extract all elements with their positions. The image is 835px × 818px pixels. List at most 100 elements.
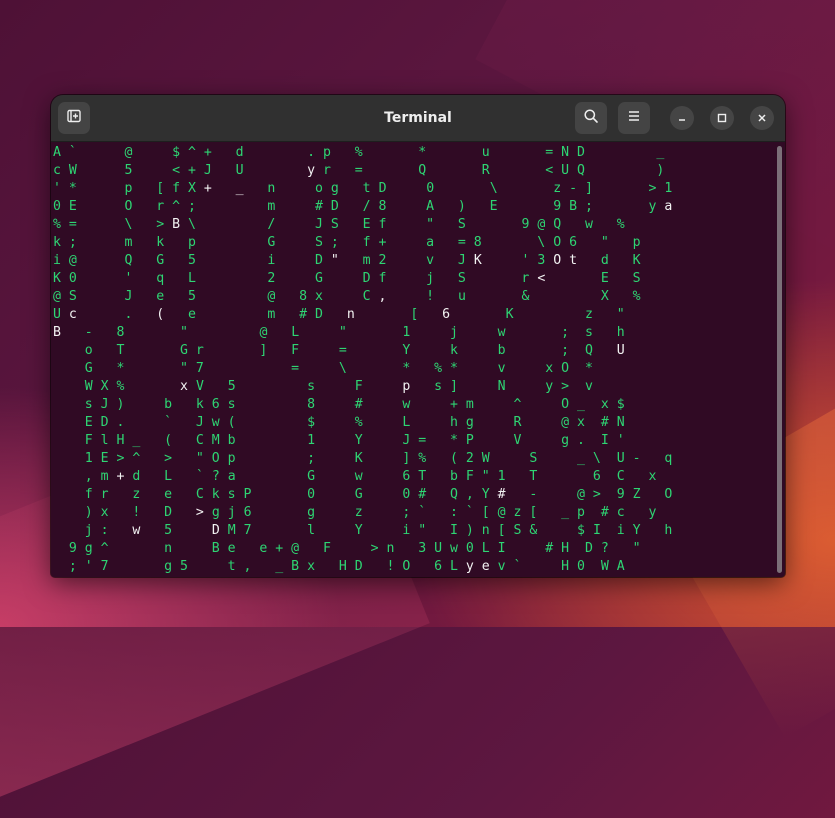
- terminal-line: @ S J e 5 @ 8 x C , ! u & X %: [53, 289, 641, 304]
- rain-text: s ] N y > v: [410, 379, 593, 394]
- rain-text: K 0 ' q L 2 G D f j S r: [53, 271, 538, 286]
- rain-text: U: [53, 307, 69, 322]
- rain-head-text: y: [307, 163, 316, 178]
- rain-text: ! u & X %: [386, 289, 641, 304]
- rain-text: ' 3: [481, 253, 554, 268]
- scrollbar[interactable]: [777, 146, 782, 573]
- rain-text: k ; m k p G S ; f + a = 8 \ O 6 " p: [53, 235, 641, 250]
- minimize-button[interactable]: [670, 106, 694, 130]
- terminal-line: , m + d L ` ? a G w 6 T b F " 1 T 6 C x: [53, 469, 657, 484]
- rain-head-text: >: [195, 505, 204, 520]
- terminal-line: 1 E > ^ > " O p ; K ] % ( 2 W S _ \ U - …: [53, 451, 673, 466]
- rain-text: n o g t D 0 \ z - ] > 1: [243, 181, 673, 196]
- rain-text: % = \ >: [53, 217, 173, 232]
- rain-head-text: B: [53, 325, 61, 340]
- terminal-line: A ` @ $ ^ + d . p % * u = N D _: [53, 145, 664, 160]
- rain-text: 9 g ^ n B e e + @ F > n 3 U w 0 L I # H …: [53, 541, 641, 556]
- rain-head-text: O t: [553, 253, 578, 268]
- terminal-line: i @ Q G 5 i D " m 2 v J K ' 3 O t d K: [53, 253, 641, 268]
- rain-text: E D . ` J w ( $ % L h g R @ x # N: [53, 415, 625, 430]
- terminal-line: ) x ! D > g j 6 g z ; ` : ` [ @ z [ _ p …: [53, 505, 657, 520]
- terminal-line: G * " 7 = \ * % * v x O *: [53, 361, 593, 376]
- rain-text: M 7 l Y i " I ) n [ S & $ I i Y h: [219, 523, 673, 538]
- terminal-line: ' * p [ f X + _ n o g t D 0 \ z - ] > 1: [53, 181, 672, 196]
- rain-head-text: U: [616, 343, 625, 358]
- maximize-icon: [716, 109, 728, 128]
- rain-head-text: c: [68, 307, 77, 322]
- terminal-line: c W 5 < + J U y r = Q R < U Q ): [53, 163, 664, 178]
- rain-head-text: +: [203, 181, 212, 196]
- rain-text: [212, 181, 236, 196]
- close-icon: [756, 109, 768, 128]
- terminal-line: ; ' 7 g 5 t , _ B x H D ! O 6 L y e v ` …: [53, 559, 625, 574]
- rain-head-text: ": [330, 253, 339, 268]
- menu-button[interactable]: [618, 102, 650, 134]
- rain-text: ' * p [ f X: [53, 181, 204, 196]
- rain-text: - @ > 9 Z O: [505, 487, 673, 502]
- rain-text: E S: [545, 271, 641, 286]
- menu-icon: [626, 108, 642, 128]
- rain-text: v ` H 0 W A: [489, 559, 625, 574]
- rain-text: e m # D: [164, 307, 347, 322]
- title-bar[interactable]: Terminal: [51, 95, 785, 142]
- terminal-line: f r z e C k s P 0 G 0 # Q , Y # - @ > 9 …: [53, 487, 673, 502]
- rain-text: m 2 v J: [338, 253, 474, 268]
- rain-text: s J ) b k 6 s 8 # w + m ^ O _ x $: [53, 397, 625, 412]
- rain-text: , m: [53, 469, 117, 484]
- rain-text: 1 E > ^ > " O p ; K ] % ( 2 W S _ \ U - …: [53, 451, 673, 466]
- rain-head-text: (: [156, 307, 165, 322]
- rain-text: d L ` ? a G w 6 T b F " 1 T 6 C x: [124, 469, 657, 484]
- maximize-button[interactable]: [710, 106, 734, 130]
- terminal-window[interactable]: Terminal A ` @ $ ^ + d . p % * u = N D _…: [51, 95, 785, 577]
- rain-text: g j 6 g z ; ` : ` [ @ z [ _ p # c y: [203, 505, 657, 520]
- terminal-line: k ; m k p G S ; f + a = 8 \ O 6 " p: [53, 235, 641, 250]
- matrix-rain-output: A ` @ $ ^ + d . p % * u = N D _ c W 5 < …: [53, 144, 672, 576]
- rain-text: [: [354, 307, 443, 322]
- search-button[interactable]: [575, 102, 607, 134]
- terminal-line: 0 E O r ^ ; m # D / 8 A ) E 9 B ; y a: [53, 199, 672, 214]
- rain-head-text: y e: [465, 559, 490, 574]
- terminal-line: K 0 ' q L 2 G D f j S r < E S: [53, 271, 641, 286]
- rain-text: @ S J e 5 @ 8 x C: [53, 289, 379, 304]
- rain-text: F l H _ ( C M b 1 Y J = * P V g . I ': [53, 433, 625, 448]
- terminal-line: s J ) b k 6 s 8 # w + m ^ O _ x $: [53, 397, 625, 412]
- rain-head-text: _: [235, 181, 244, 196]
- rain-text: G * " 7 = \ * % * v x O *: [53, 361, 593, 376]
- terminal-line: % = \ > B \ / J S E f " S 9 @ Q w %: [53, 217, 625, 232]
- terminal-line: B - 8 " @ L " 1 j w ; s h: [53, 325, 625, 340]
- rain-text: i @ Q G 5 i D: [53, 253, 331, 268]
- rain-head-text: D: [211, 523, 220, 538]
- minimize-icon: [676, 109, 688, 128]
- rain-head-text: a: [664, 199, 673, 214]
- rain-text: d K: [577, 253, 641, 268]
- rain-text: ; ' 7 g 5 t , _ B x H D ! O 6 L: [53, 559, 466, 574]
- rain-text: 5: [140, 523, 212, 538]
- rain-text: W X %: [53, 379, 181, 394]
- rain-text: r = Q R < U Q ): [315, 163, 665, 178]
- terminal-content[interactable]: A ` @ $ ^ + d . p % * u = N D _ c W 5 < …: [51, 142, 785, 577]
- rain-text: j :: [53, 523, 133, 538]
- rain-head-text: #: [497, 487, 506, 502]
- rain-text: V 5 s F: [188, 379, 403, 394]
- rain-text: K z ": [450, 307, 625, 322]
- rain-text: c W 5 < + J U: [53, 163, 308, 178]
- rain-text: .: [76, 307, 157, 322]
- terminal-line: j : w 5 D M 7 l Y i " I ) n [ S & $ I i …: [53, 523, 673, 538]
- rain-text: \ / J S E f " S 9 @ Q w %: [180, 217, 625, 232]
- rain-head-text: n: [346, 307, 355, 322]
- rain-head-text: B: [172, 217, 181, 232]
- rain-text: - 8 " @ L " 1 j w ; s h: [60, 325, 625, 340]
- terminal-line: E D . ` J w ( $ % L h g R @ x # N: [53, 415, 625, 430]
- rain-text: 0 E O r ^ ; m # D / 8 A ) E 9 B ; y: [53, 199, 665, 214]
- terminal-line: U c . ( e m # D n [ 6 K z ": [53, 307, 625, 322]
- rain-text: A ` @ $ ^ + d . p % * u = N D _: [53, 145, 665, 160]
- rain-text: f r z e C k s P 0 G 0 # Q , Y: [53, 487, 498, 502]
- rain-head-text: K: [473, 253, 482, 268]
- terminal-line: F l H _ ( C M b 1 Y J = * P V g . I ': [53, 433, 625, 448]
- close-button[interactable]: [750, 106, 774, 130]
- rain-text: o T G r ] F = Y k b ; Q: [53, 343, 617, 358]
- terminal-line: 9 g ^ n B e e + @ F > n 3 U w 0 L I # H …: [53, 541, 641, 556]
- search-icon: [583, 108, 599, 128]
- terminal-line: o T G r ] F = Y k b ; Q U: [53, 343, 625, 358]
- rain-head-text: 6: [442, 307, 451, 322]
